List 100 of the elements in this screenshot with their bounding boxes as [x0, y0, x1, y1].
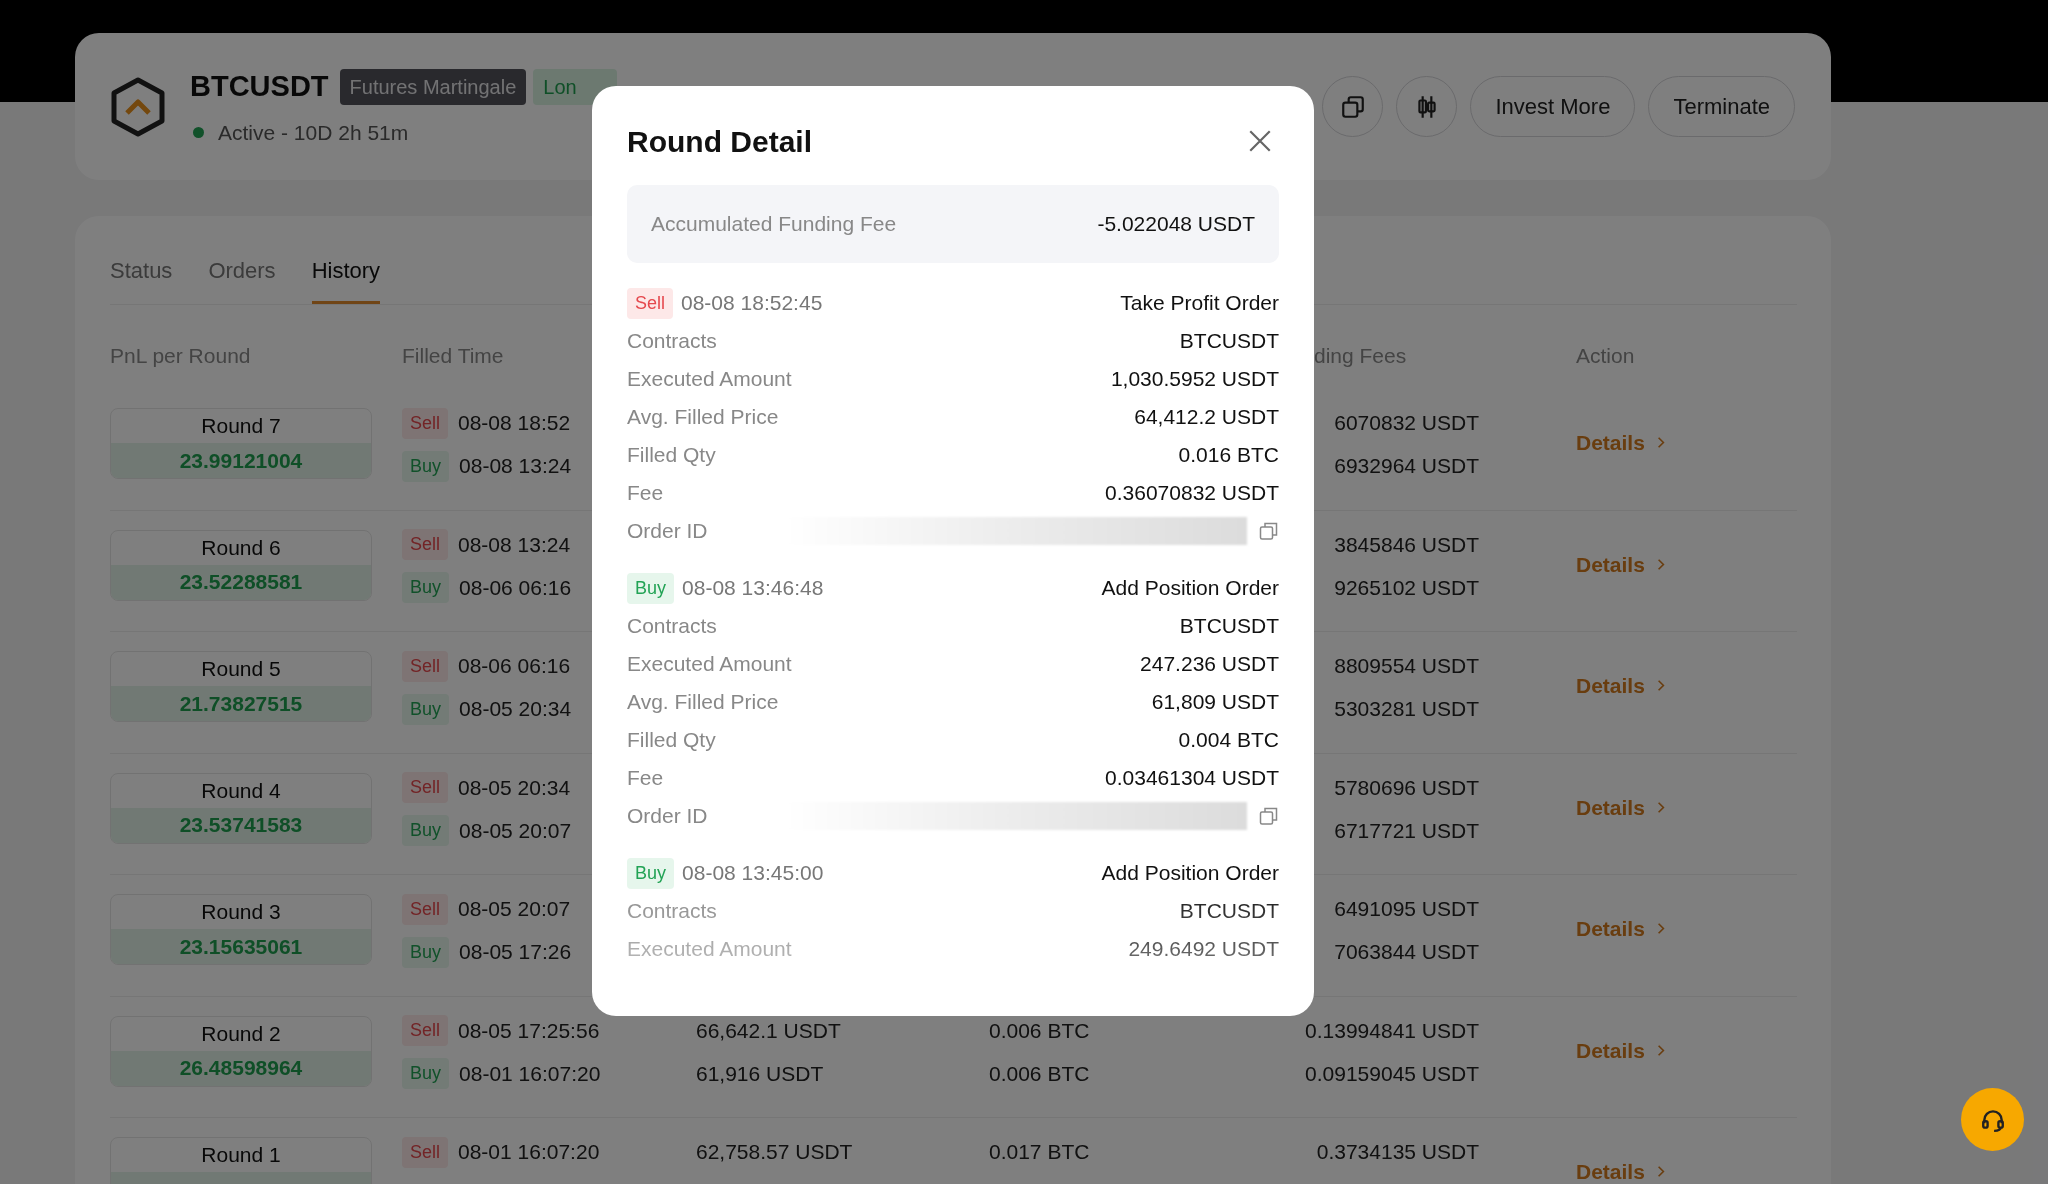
- filled-time: 08-05 17:26: [459, 939, 572, 966]
- field-value: BTCUSDT: [1179, 328, 1279, 355]
- filled-time: 08-05 20:34: [459, 696, 572, 723]
- qty-value: 0.006 BTC: [989, 1061, 1090, 1085]
- dialog-title: Round Detail: [627, 123, 812, 160]
- summary-value: -5.022048 USDT: [1097, 211, 1255, 238]
- field-value: BTCUSDT: [1179, 613, 1279, 640]
- details-link[interactable]: Details: [1576, 548, 1665, 580]
- field-value: 0.004 BTC: [1178, 727, 1279, 754]
- copy-icon[interactable]: [1259, 806, 1279, 826]
- field-label: Fee: [627, 480, 664, 507]
- pnl-value: 23.53741583: [179, 812, 303, 839]
- summary-label: Accumulated Funding Fee: [651, 211, 897, 238]
- field-label: Contracts: [627, 613, 717, 640]
- field-label: Avg. Filled Price: [627, 689, 779, 716]
- side-tag: Buy: [402, 450, 450, 482]
- side-tag: Buy: [627, 857, 675, 889]
- tab[interactable]: Status: [110, 254, 173, 304]
- chevron-right-icon: [1656, 922, 1665, 936]
- details-link[interactable]: Details: [1576, 427, 1665, 459]
- side-tag: Buy: [402, 936, 450, 968]
- side-tag: Sell: [402, 1015, 448, 1046]
- pnl-value: 23.99121004: [179, 447, 303, 474]
- side-tag: Sell: [627, 287, 673, 319]
- field-value: 0.36070832 USDT: [1105, 480, 1279, 507]
- field-label: Avg. Filled Price: [627, 404, 779, 431]
- pnl-value: 23.52288581: [179, 569, 303, 596]
- details-link[interactable]: Details: [1576, 1034, 1665, 1066]
- chevron-right-icon: [1656, 1165, 1665, 1179]
- side-tag: Buy: [627, 572, 675, 604]
- fee-value: 5780696 USDT: [1334, 775, 1479, 799]
- details-link[interactable]: Details: [1576, 913, 1665, 945]
- column-header: ding Fees: [1314, 343, 1407, 367]
- filled-time: 08-06 06:16: [458, 653, 571, 680]
- column-header: Filled Time: [402, 343, 504, 367]
- filled-time: 08-05 17:25:56: [458, 1017, 600, 1044]
- side-tag: Sell: [402, 529, 448, 560]
- filled-time: 08-05 20:07: [458, 896, 571, 923]
- round-label: Round 4: [201, 777, 281, 804]
- round-label: Round 3: [201, 899, 281, 926]
- tag: Futures Martingale: [339, 68, 527, 105]
- price-value: 66,642.1 USDT: [696, 1018, 841, 1042]
- fee-value: 5303281 USDT: [1334, 697, 1479, 721]
- order-type: Add Position Order: [1101, 860, 1279, 887]
- filled-time: 08-08 18:52: [458, 410, 571, 437]
- column-header: PnL per Round: [110, 343, 251, 367]
- side-tag: Buy: [402, 1058, 450, 1089]
- pnl-value: 23.15635061: [179, 933, 303, 960]
- field-label: Executed Amount: [627, 936, 792, 963]
- column-header: Action: [1576, 343, 1635, 367]
- pnl-value: 26.48598964: [179, 1055, 303, 1082]
- order-time: 08-08 13:46:48: [682, 575, 824, 602]
- details-link[interactable]: Details: [1576, 670, 1665, 702]
- copy-icon[interactable]: [1259, 521, 1279, 541]
- tab[interactable]: History: [311, 254, 381, 304]
- field-value: 1,030.5952 USDT: [1110, 366, 1279, 393]
- details-link[interactable]: Details: [1576, 1156, 1665, 1184]
- filled-time: 08-05 20:34: [458, 774, 571, 801]
- field-label: Contracts: [627, 328, 717, 355]
- field-value: 0.016 BTC: [1178, 442, 1279, 469]
- price-value: 61,916 USDT: [696, 1061, 824, 1085]
- filled-time: 08-01 16:07:20: [458, 1139, 600, 1166]
- fee-value: 7063844 USDT: [1334, 940, 1479, 964]
- fee-value: 6717721 USDT: [1334, 818, 1479, 842]
- field-label: Fee: [627, 765, 664, 792]
- tab[interactable]: Orders: [208, 254, 276, 304]
- fee-value: 0.13994841 USDT: [1305, 1018, 1479, 1042]
- filled-time: 08-05 20:07: [459, 817, 572, 844]
- fee-value: 9265102 USDT: [1334, 575, 1479, 599]
- fee-value: 6070832 USDT: [1334, 411, 1479, 435]
- side-tag: Sell: [402, 407, 448, 439]
- action-button[interactable]: Invest More: [1470, 76, 1636, 137]
- order-type: Take Profit Order: [1120, 290, 1279, 317]
- details-link[interactable]: Details: [1576, 791, 1665, 823]
- round-label: Round 1: [201, 1142, 281, 1169]
- field-label: Order ID: [627, 518, 708, 545]
- field-label: Order ID: [627, 803, 708, 830]
- filled-time: 08-08 13:24: [458, 531, 571, 558]
- field-label: Filled Qty: [627, 727, 716, 754]
- action-button[interactable]: Terminate: [1648, 76, 1795, 137]
- field-value: 0.03461304 USDT: [1105, 765, 1279, 792]
- filled-time: 08-08 13:24: [459, 453, 572, 480]
- side-tag: Buy: [402, 815, 450, 846]
- tag: Lon: [533, 68, 617, 105]
- qty-value: 0.017 BTC: [989, 1140, 1090, 1164]
- filled-time: 08-01 16:07:20: [459, 1060, 601, 1087]
- field-value: 61,809 USDT: [1151, 689, 1279, 716]
- fee-value: 0.3734135 USDT: [1316, 1140, 1479, 1164]
- copy-icon: [1339, 93, 1366, 120]
- status-text: Active - 10D 2h 51m: [218, 119, 409, 146]
- side-tag: Sell: [402, 650, 448, 682]
- order-time: 08-08 18:52:45: [681, 290, 823, 317]
- side-tag: Sell: [402, 1136, 448, 1168]
- pnl-value: 21.73827515: [179, 690, 303, 717]
- fee-value: 3845846 USDT: [1334, 532, 1479, 556]
- side-tag: Buy: [402, 693, 450, 725]
- fee-value: 0.09159045 USDT: [1305, 1061, 1479, 1085]
- field-value: 64,412.2 USDT: [1134, 404, 1279, 431]
- round-label: Round 5: [201, 656, 281, 683]
- chevron-right-icon: [1656, 679, 1665, 693]
